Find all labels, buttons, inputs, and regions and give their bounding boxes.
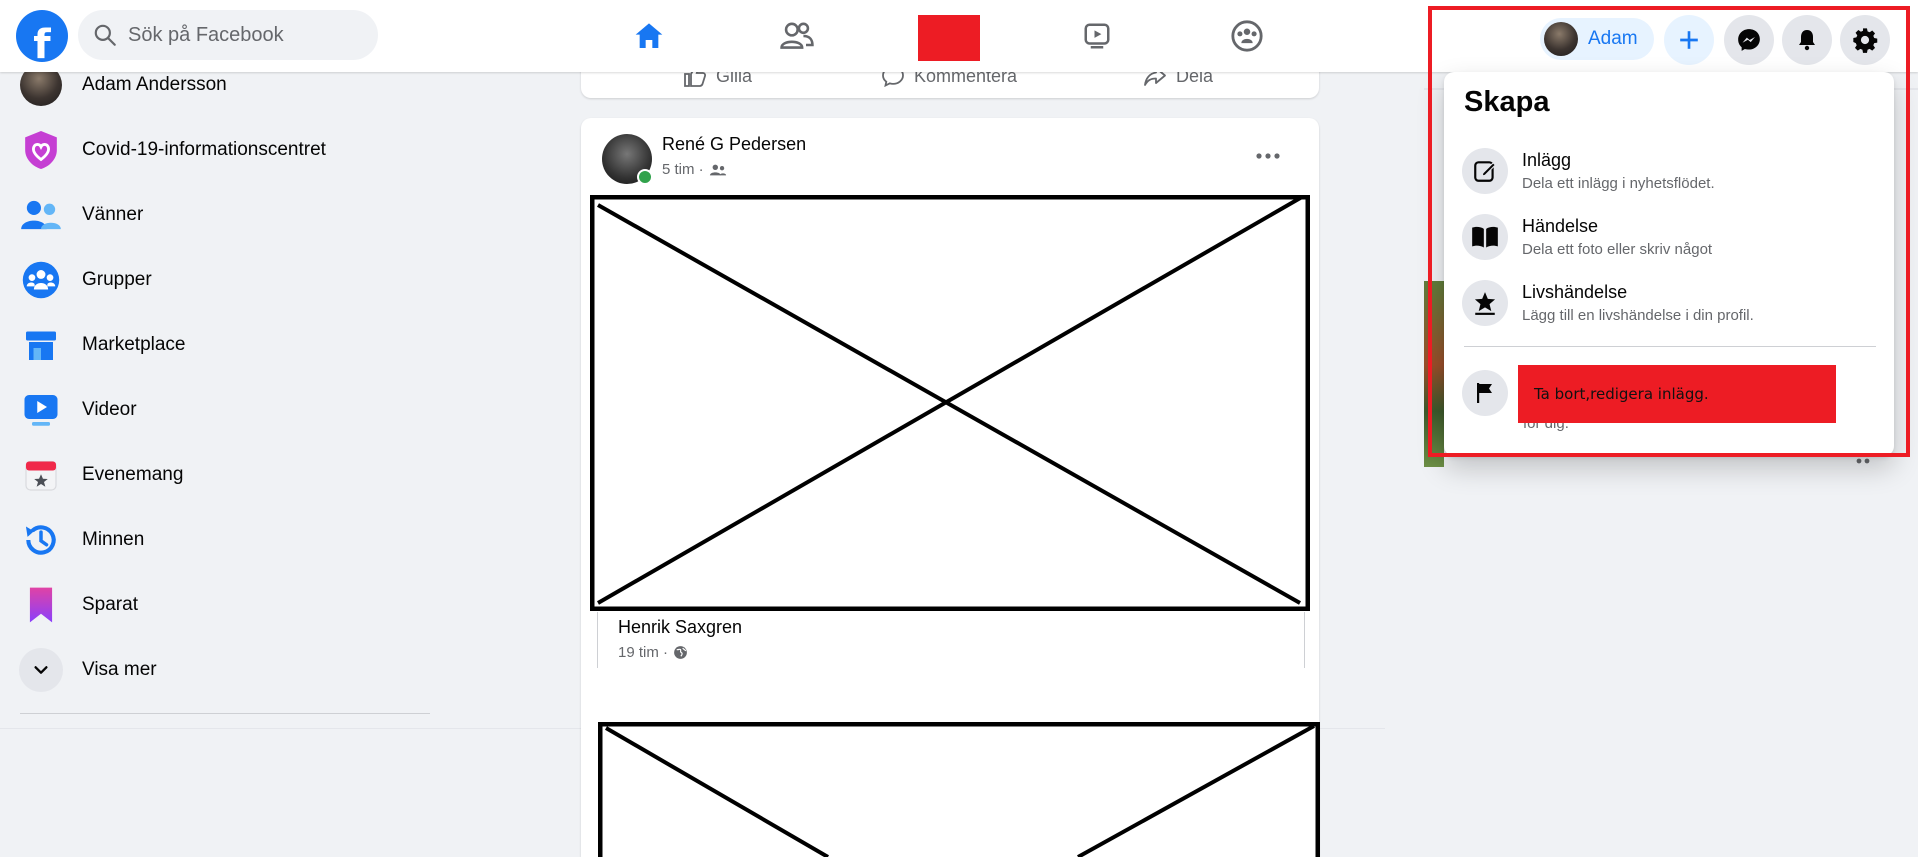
sidebar-item-label: Videor <box>82 399 137 420</box>
create-life-event-title: Livshändelse <box>1522 282 1628 302</box>
sidebar-item-label: Sparat <box>82 594 138 615</box>
create-menu-title: Skapa <box>1464 86 1550 118</box>
avatar <box>1544 22 1578 56</box>
watch-icon <box>1084 23 1110 49</box>
video-icon <box>24 395 58 426</box>
notifications-button[interactable] <box>1782 15 1832 65</box>
book-icon <box>1472 226 1498 248</box>
gear-icon <box>1853 28 1878 53</box>
create-menu-divider <box>1464 346 1876 347</box>
profile-name: Adam <box>1588 28 1638 49</box>
contact-photo-peek <box>1424 281 1444 467</box>
sidebar-item-events[interactable]: Evenemang <box>18 447 183 503</box>
sidebar-item-friends[interactable]: Vänner <box>18 187 143 243</box>
globe-icon <box>674 646 687 659</box>
post-time[interactable]: 5 tim · <box>662 161 704 178</box>
online-status-dot <box>637 169 653 185</box>
shared-post-border <box>1304 612 1305 668</box>
plus-icon <box>1680 31 1698 49</box>
profile-chip[interactable]: Adam <box>1540 18 1654 60</box>
image-placeholder[interactable] <box>598 722 1320 857</box>
groups-icon <box>1231 20 1263 52</box>
post-meta: 5 tim · <box>662 161 727 178</box>
covid-info-icon <box>25 131 57 169</box>
shared-post-meta: 19 tim · <box>618 644 688 661</box>
bell-icon <box>1799 30 1815 51</box>
search-input[interactable] <box>126 22 370 48</box>
nav-friends[interactable] <box>772 12 822 60</box>
sidebar-item-covid[interactable]: Covid-19-informationscentret <box>18 122 326 178</box>
nav-home[interactable] <box>624 12 674 60</box>
create-button[interactable] <box>1664 15 1714 65</box>
memories-icon <box>25 525 56 555</box>
flag-icon <box>1477 383 1492 403</box>
shared-post-border <box>597 612 598 668</box>
page-item[interactable] <box>1462 362 1508 424</box>
create-post-subtitle: Dela ett inlägg i nyhetsflödet. <box>1522 175 1715 192</box>
settings-button[interactable] <box>1840 15 1890 65</box>
image-placeholder[interactable] <box>590 195 1310 611</box>
show-more-circle <box>19 648 63 692</box>
sidebar-item-label: Marketplace <box>82 334 186 355</box>
sidebar-item-videos[interactable]: Videor <box>18 382 137 438</box>
post-options-button[interactable] <box>1256 140 1280 166</box>
sidebar-item-saved[interactable]: Sparat <box>18 577 138 633</box>
star-icon <box>1474 292 1496 315</box>
friends-icon <box>780 22 814 49</box>
friends-audience-icon <box>709 164 726 175</box>
groups-icon <box>22 261 60 299</box>
nav-groups[interactable] <box>1222 12 1272 60</box>
facebook-logo[interactable]: f <box>16 10 68 62</box>
search-bar[interactable] <box>78 10 378 60</box>
marketplace-icon <box>26 331 56 360</box>
messenger-button[interactable] <box>1724 15 1774 65</box>
create-life-event-subtitle: Lägg till en livshändelse i din profil. <box>1522 307 1754 324</box>
annotation-label: Ta bort,redigera inlägg. <box>1518 365 1836 423</box>
sidebar-item-label: Adam Andersson <box>82 74 227 95</box>
create-post-title: Inlägg <box>1522 150 1572 170</box>
annotation-text: Ta bort,redigera inlägg. <box>1534 385 1709 403</box>
sidebar-divider <box>20 713 430 714</box>
sidebar-item-label: Vänner <box>82 204 144 225</box>
redacted-nav-block <box>918 15 980 61</box>
shared-post-time[interactable]: 19 tim · <box>618 644 668 661</box>
events-icon <box>25 460 57 491</box>
nav-watch[interactable] <box>1072 12 1122 60</box>
sidebar-item-label: Grupper <box>82 269 152 290</box>
create-event-subtitle: Dela ett foto eller skriv något <box>1522 241 1713 258</box>
sidebar-item-marketplace[interactable]: Marketplace <box>18 317 186 373</box>
sidebar-item-show-more[interactable]: Visa mer <box>18 642 157 698</box>
sidebar-item-memories[interactable]: Minnen <box>18 512 144 568</box>
sidebar-item-label: Evenemang <box>82 464 184 485</box>
chevron-down-icon <box>34 666 48 674</box>
messenger-icon <box>1738 29 1760 51</box>
sidebar-item-label: Visa mer <box>82 659 157 680</box>
create-event-item[interactable]: Händelse Dela ett foto eller skriv något <box>1462 206 1712 268</box>
shared-post-author[interactable]: Henrik Saxgren <box>618 617 742 638</box>
facebook-logo-letter: f <box>33 22 51 62</box>
create-post-item[interactable]: Inlägg Dela ett inlägg i nyhetsflödet. <box>1462 140 1715 202</box>
create-event-title: Händelse <box>1522 216 1599 236</box>
more-dots-icon <box>1256 153 1280 159</box>
home-icon <box>635 23 663 48</box>
search-icon <box>94 24 116 46</box>
sidebar-item-groups[interactable]: Grupper <box>18 252 152 308</box>
saved-icon <box>29 587 53 623</box>
sidebar-item-label: Minnen <box>82 529 145 550</box>
create-life-event-item[interactable]: Livshändelse Lägg till en livshändelse i… <box>1462 272 1754 334</box>
friends-icon <box>21 200 61 230</box>
post-author[interactable]: René G Pedersen <box>662 134 806 155</box>
sidebar-item-label: Covid-19-informationscentret <box>82 139 326 160</box>
edit-icon <box>1474 161 1497 182</box>
